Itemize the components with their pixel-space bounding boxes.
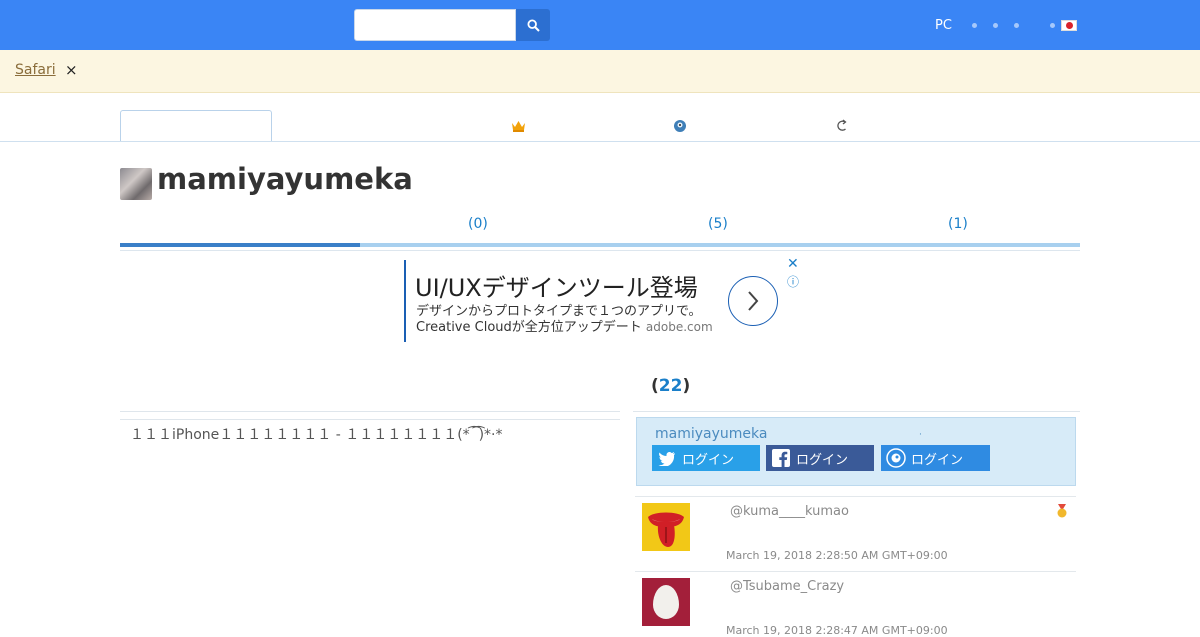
other-login-label: ログイン [911,452,964,468]
post-text[interactable]: １１１iPhone１１１１１１１１ - １１１１１１１１(* ͡ ͡)*·* [130,424,502,444]
search-button[interactable] [516,9,550,41]
divider [120,419,620,420]
divider [633,411,1080,412]
item-username[interactable]: @kuma____kumao [730,504,849,519]
medal-icon [1057,504,1067,518]
user-avatar[interactable] [642,503,690,551]
item-date: March 19, 2018 2:28:50 AM GMT+09:00 [726,549,948,562]
divider [635,496,1076,497]
bird-icon [881,445,911,471]
ad-banner[interactable]: UI/UXデザインツール登場 デザインからプロトタイプまで１つのアプリで。 Cr… [404,256,804,342]
pc-link[interactable]: PC [935,18,952,33]
divider [635,571,1076,572]
ad-domain: adobe.com [645,320,713,334]
nav-tab-active[interactable] [120,110,272,142]
twitter-icon [652,445,682,471]
other-login-button[interactable]: ログイン [881,445,990,471]
user-avatar[interactable] [642,578,690,626]
divider [120,250,1080,251]
count-value: 22 [658,376,683,396]
crown-icon[interactable] [510,118,526,134]
nav-underline [0,141,1200,142]
ad-arrow-button[interactable] [728,276,778,326]
item-username[interactable]: @Tsubame_Crazy [730,579,844,594]
facebook-login-label: ログイン [796,452,849,468]
item-date: March 19, 2018 2:28:47 AM GMT+09:00 [726,624,948,637]
subtab-2[interactable]: (5) [708,216,728,232]
japan-flag-icon[interactable] [1060,19,1077,31]
top-right-menu: PC [935,16,1077,34]
egg-icon [653,585,679,619]
menu-dot[interactable] [992,22,998,28]
bird-icon[interactable] [672,118,688,134]
banner-close-button[interactable]: × [65,61,78,79]
menu-dot[interactable] [971,22,977,28]
top-bar: PC [0,0,1200,50]
subtab-3[interactable]: (1) [948,216,968,232]
search-icon [526,18,540,32]
subtab-active-indicator [120,243,360,247]
avatar[interactable] [120,168,152,200]
ad-text: Creative Cloudが全方位アップデート [416,320,642,335]
menu-dot[interactable] [1013,22,1019,28]
safari-link[interactable]: Safari [15,62,56,78]
ad-info-icon[interactable]: ⓘ [787,273,799,290]
follower-count: (22) [651,376,691,396]
facebook-icon [766,445,796,471]
ad-title[interactable]: UI/UXデザインツール登場 [415,268,698,303]
refresh-icon[interactable] [834,118,850,134]
twitter-login-label: ログイン [682,452,735,468]
page-title: mamiyayumeka [157,162,413,196]
notice-banner: Safari × [0,50,1200,93]
login-username: mamiyayumeka [655,426,768,442]
facebook-login-button[interactable]: ログイン [766,445,874,471]
login-dot: · [919,430,922,440]
ad-text-line: Creative Cloudが全方位アップデート adobe.com [416,316,713,335]
twitter-login-button[interactable]: ログイン [652,445,760,471]
search-input[interactable] [354,9,516,41]
menu-dot[interactable] [1049,22,1055,28]
ad-close-button[interactable]: ✕ [787,256,799,272]
divider [120,411,620,412]
login-box: mamiyayumeka · ログイン ログイン ログイン [636,417,1076,486]
subtab-1[interactable]: (0) [468,216,488,232]
chevron-right-icon [748,291,759,311]
tongue-logo-icon [648,512,684,547]
